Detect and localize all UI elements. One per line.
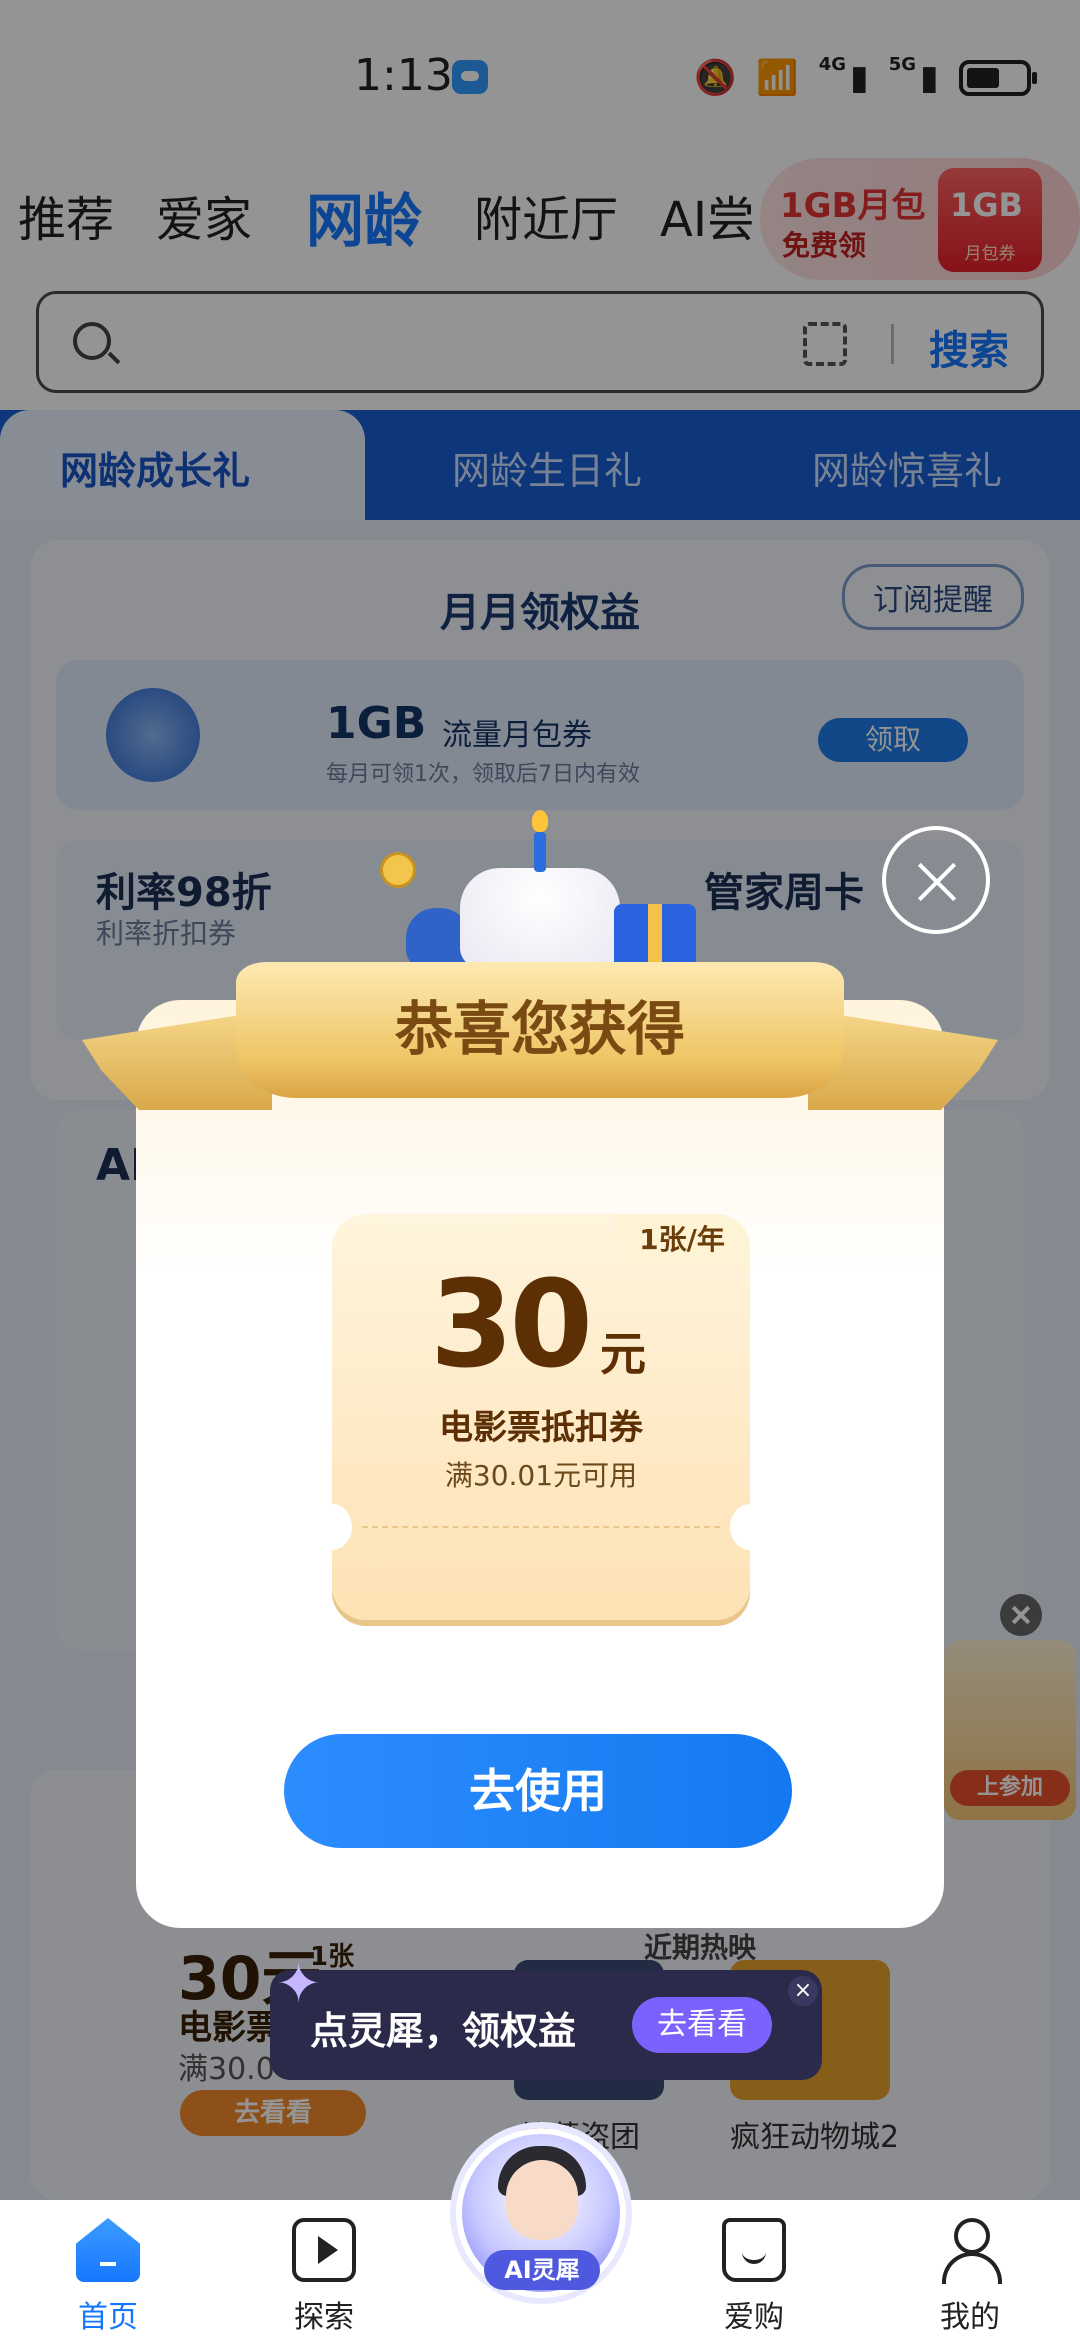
voucher-condition: 满30.01元可用	[444, 1459, 638, 1492]
voucher-notch	[312, 1504, 352, 1550]
dialog-title: 恭喜您获得	[394, 995, 685, 1063]
voucher-unit: 元	[600, 1327, 646, 1381]
coin-icon	[380, 852, 416, 888]
voucher-amount: 30	[430, 1256, 593, 1395]
voucher-name: 电影票抵扣券	[439, 1408, 643, 1448]
nav-explore-label: 探索	[294, 2300, 354, 2335]
user-icon	[938, 2218, 1002, 2284]
play-icon	[292, 2218, 356, 2282]
voucher-frequency-tag: 1张/年	[614, 1214, 750, 1266]
ai-banner-text: 点灵犀，领权益	[310, 2009, 577, 2053]
birthday-cake-icon	[460, 810, 620, 968]
nav-me[interactable]: 我的	[910, 2218, 1030, 2336]
nav-me-label: 我的	[940, 2300, 1000, 2335]
ai-banner-go-button[interactable]: 去看看	[632, 1997, 772, 2053]
home-icon	[76, 2218, 140, 2282]
congrats-ribbon: 恭喜您获得	[236, 962, 844, 1098]
nav-home-label: 首页	[78, 2300, 138, 2335]
use-voucher-button[interactable]: 去使用	[284, 1734, 792, 1848]
nav-explore[interactable]: 探索	[264, 2218, 384, 2336]
nav-shop-label: 爱购	[724, 2300, 784, 2335]
avatar	[506, 2160, 578, 2240]
movie-voucher-card: 1张/年 30 元 电影票抵扣券 满30.01元可用	[312, 1214, 770, 1620]
voucher-notch	[730, 1504, 770, 1550]
ai-assistant-button[interactable]: AI灵犀	[456, 2128, 626, 2298]
ai-banner-close-icon[interactable]: ×	[788, 1976, 818, 2006]
ai-assistant-label: AI灵犀	[484, 2250, 600, 2290]
voucher-divider	[362, 1526, 720, 1528]
nav-shop[interactable]: 爱购	[694, 2218, 814, 2336]
nav-home[interactable]: 首页	[48, 2218, 168, 2336]
ai-promo-banner[interactable]: ✦ 点灵犀，领权益 去看看 ×	[270, 1952, 822, 2080]
store-icon	[722, 2218, 786, 2282]
close-icon[interactable]	[882, 826, 990, 934]
